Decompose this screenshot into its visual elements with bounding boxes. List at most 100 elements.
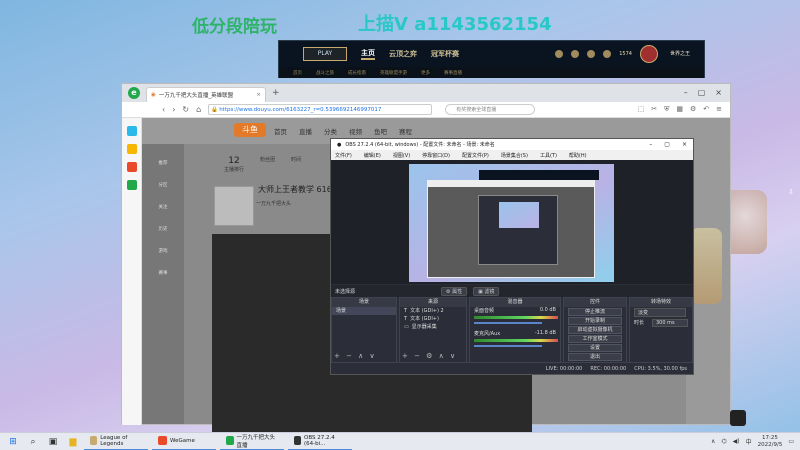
maximize-icon[interactable]: ▢ (664, 141, 670, 148)
site-nav-live[interactable]: 直播 (299, 126, 312, 136)
taskbar-app-obs[interactable]: OBS 27.2.4 (64-bi... (288, 433, 352, 450)
lol-tab-champions[interactable]: 冠军杯赛 (431, 49, 459, 59)
menu-help[interactable]: 帮助(H) (569, 152, 587, 159)
menu-icon[interactable]: ≡ (716, 105, 722, 114)
sidebar-app-icon[interactable] (126, 180, 137, 190)
menu-edit[interactable]: 编辑(E) (364, 152, 381, 159)
taskview-icon[interactable]: ▣ (46, 435, 60, 449)
streamer-avatar[interactable] (214, 186, 254, 226)
minimize-icon[interactable]: – (684, 88, 688, 97)
settings-button[interactable]: 设置 (568, 344, 622, 352)
volume-slider[interactable] (474, 322, 542, 324)
source-controls[interactable]: + − ⚙ ∧ ∨ (402, 352, 457, 360)
forward-button[interactable]: › (172, 105, 175, 114)
source-item[interactable]: ▭ 显示器采集 (400, 323, 466, 331)
left-nav-item[interactable]: 分区 (142, 182, 184, 188)
left-nav-item[interactable]: 关注 (142, 204, 184, 210)
scene-controls[interactable]: + − ∧ ∨ (334, 352, 377, 360)
minimize-icon[interactable]: – (649, 141, 652, 148)
stat-time[interactable]: 时间 (291, 156, 301, 173)
studio-mode-button[interactable]: 工作室模式 (568, 335, 622, 343)
properties-button[interactable]: ⚙ 属性 (441, 286, 468, 296)
home-button[interactable]: ⌂ (196, 105, 201, 114)
reload-button[interactable]: ↻ (182, 105, 189, 114)
extension-icon[interactable]: ⬚ (638, 105, 645, 114)
grid-icon[interactable]: ▦ (676, 105, 683, 114)
clock[interactable]: 17:25 2022/9/5 (758, 435, 783, 449)
browser-tab[interactable]: ◉ 一万九千把大头直播_英雄联盟 × (146, 87, 266, 102)
shield-icon[interactable]: ⛨ (664, 105, 669, 114)
lol-subtab[interactable]: 首页 (293, 70, 302, 76)
left-nav-item[interactable]: 推荐 (142, 160, 184, 166)
lol-tab-home[interactable]: 主页 (361, 48, 375, 60)
avatar[interactable] (639, 45, 658, 63)
screenshot-tool-icon[interactable] (730, 410, 746, 426)
tray-arrow-icon[interactable]: ∧ (711, 438, 715, 445)
site-nav-schedule[interactable]: 赛程 (399, 126, 412, 136)
taskbar-app-browser[interactable]: 一万九千把大头直播 (220, 433, 284, 450)
virtual-camera-button[interactable]: 启动虚拟摄像机 (568, 326, 622, 334)
streamer-name[interactable]: 一万九千把大头 (256, 200, 291, 207)
left-nav-item[interactable]: 赛事 (142, 270, 184, 276)
search-input[interactable]: 有奖搜索全球直播 (445, 104, 536, 115)
address-bar[interactable]: 🔒 https://www.douyu.com/6163227_r=0.5396… (208, 104, 433, 115)
obs-preview[interactable] (331, 160, 693, 284)
site-nav-home[interactable]: 首页 (274, 126, 287, 136)
preview-canvas[interactable] (409, 164, 614, 282)
menu-view[interactable]: 视图(V) (393, 152, 410, 159)
left-nav-item[interactable]: 游戏 (142, 248, 184, 254)
folder-icon[interactable]: ▆ (66, 435, 80, 449)
menu-dock[interactable]: 停靠窗口(D) (422, 152, 450, 159)
collection-icon[interactable] (571, 50, 580, 58)
cut-icon[interactable]: ✂ (651, 105, 657, 114)
lol-subtab[interactable]: 更多 (421, 70, 430, 76)
volume-icon[interactable]: ◀) (733, 438, 740, 445)
new-tab-button[interactable]: + (272, 88, 280, 98)
filters-button[interactable]: ▣ 滤镜 (473, 286, 500, 296)
exit-button[interactable]: 退出 (568, 353, 622, 361)
sidebar-app-icon[interactable] (126, 126, 137, 136)
promo-banner[interactable] (690, 228, 722, 304)
sidebar-app-icon[interactable] (126, 144, 137, 154)
source-item[interactable]: T 文本 (GDI+) 2 (400, 307, 466, 315)
stat-rank[interactable]: 12 主播排行 (224, 156, 244, 173)
download-icon[interactable]: ⇩ (788, 188, 794, 196)
menu-tools[interactable]: 工具(T) (540, 152, 557, 159)
left-nav-item[interactable]: 历史 (142, 226, 184, 232)
search-icon[interactable]: ⌕ (26, 435, 40, 449)
site-nav-video[interactable]: 视频 (349, 126, 362, 136)
store-icon[interactable] (603, 50, 612, 58)
profile-icon[interactable] (555, 50, 564, 58)
site-nav-category[interactable]: 分类 (324, 126, 337, 136)
menu-scene-collection[interactable]: 场景集合(S) (501, 152, 528, 159)
lol-subtab[interactable]: 战斗之旅 (316, 70, 334, 76)
network-icon[interactable]: ⌬ (721, 438, 726, 445)
lol-play-button[interactable]: PLAY (303, 47, 347, 61)
douyu-logo[interactable]: 斗鱼 (234, 123, 266, 137)
stat-fans[interactable]: 粉丝团 (260, 156, 275, 173)
lol-tab-tft[interactable]: 云顶之弈 (389, 49, 417, 59)
duration-input[interactable]: 300 ms (652, 319, 688, 327)
lol-subtab[interactable]: 成长指南 (348, 70, 366, 76)
maximize-icon[interactable]: ▢ (698, 88, 706, 97)
browser-logo-icon[interactable]: e (128, 87, 140, 99)
transition-select[interactable]: 淡变 (634, 308, 686, 317)
close-tab-icon[interactable]: × (256, 92, 261, 98)
sidebar-app-icon[interactable] (126, 162, 137, 172)
taskbar-app-wegame[interactable]: WeGame (152, 433, 216, 450)
scene-item[interactable]: 场景 (332, 307, 396, 315)
start-icon[interactable]: ⊞ (6, 435, 20, 449)
lol-subtab[interactable]: 赛事直播 (444, 70, 462, 76)
source-item[interactable]: T 文本 (GDI+) (400, 315, 466, 323)
close-icon[interactable]: × (715, 88, 722, 97)
back-button[interactable]: ‹ (162, 105, 165, 114)
taskbar-app-lol[interactable]: League of Legends (84, 433, 148, 450)
ime-indicator[interactable]: 中 (746, 437, 752, 446)
settings-icon[interactable]: ⚙ (690, 105, 696, 114)
loot-icon[interactable] (587, 50, 596, 58)
notification-icon[interactable]: ▭ (788, 438, 794, 445)
stop-stream-button[interactable]: 停止推流 (568, 308, 622, 316)
lol-subtab[interactable]: 英雄联盟手游 (380, 70, 407, 76)
menu-profile[interactable]: 配置文件(P) (462, 152, 489, 159)
site-nav-yuba[interactable]: 鱼吧 (374, 126, 387, 136)
